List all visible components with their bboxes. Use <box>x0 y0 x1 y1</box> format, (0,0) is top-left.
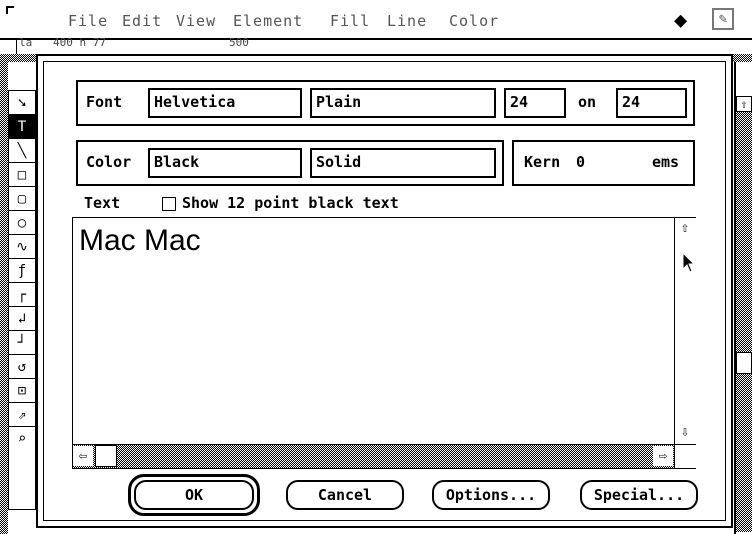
color-label: Color <box>86 153 132 171</box>
scroll-right-arrow-icon[interactable]: ⇨ <box>653 446 673 466</box>
arc-tool-icon[interactable]: ↺ <box>9 355 35 379</box>
kern-unit: ems <box>652 153 680 171</box>
show-12pt-checkbox[interactable] <box>162 197 176 211</box>
freehand-tool-icon[interactable]: ∿ <box>9 235 35 259</box>
menu-edit[interactable]: Edit <box>122 12 162 30</box>
text-content[interactable]: Mac Mac <box>79 224 201 258</box>
window-left-edge <box>0 62 8 534</box>
text-dialog: Font Helvetica Plain 24 on 24 Color Blac… <box>36 54 733 528</box>
kern-label: Kern <box>524 153 561 171</box>
show-12pt-label[interactable]: Show 12 point black text <box>182 194 399 212</box>
scroll-thumb[interactable] <box>736 352 752 374</box>
font-size-field[interactable]: 24 <box>504 88 566 118</box>
edit-icon[interactable]: ✎ <box>712 8 734 30</box>
horizontal-scroll-thumb[interactable] <box>95 445 117 467</box>
mouse-pointer-icon <box>682 252 696 273</box>
blend-tool-icon[interactable]: ⇗ <box>9 403 35 427</box>
menu-element[interactable]: Element <box>233 12 303 30</box>
coord-label: la <box>19 36 33 49</box>
scroll-down-arrow-icon[interactable]: ⇩ <box>675 422 695 442</box>
window-corner <box>6 6 14 14</box>
scroll-up-arrow-icon[interactable]: ⇧ <box>675 218 695 238</box>
diamond-icon: ◆ <box>674 8 688 33</box>
menu-view[interactable]: View <box>176 12 216 30</box>
coord-value-2: 500 <box>229 36 249 49</box>
rectangle-tool-icon[interactable]: □ <box>9 163 35 187</box>
color-field[interactable]: Black <box>148 148 302 178</box>
scrollbar-corner <box>674 444 696 468</box>
scroll-track[interactable] <box>736 112 752 532</box>
scroll-up-arrow-icon[interactable]: ⇧ <box>736 96 752 112</box>
pointer-tool-icon[interactable]: ➘ <box>9 91 35 115</box>
pen-tool-icon[interactable]: ƒ <box>9 259 35 283</box>
font-group: Font Helvetica Plain 24 on 24 <box>76 80 695 126</box>
ok-button[interactable]: OK <box>134 480 254 510</box>
tool-palette: ➘ T ╲ □ ▢ ○ ∿ ƒ ┌ ↲ ┘ ↺ ⊡ ⇗ ⌕ <box>8 90 36 510</box>
reshape-tool-icon[interactable]: ⊡ <box>9 379 35 403</box>
menu-fill[interactable]: Fill <box>330 12 370 30</box>
font-style-field[interactable]: Plain <box>310 88 496 118</box>
text-horizontal-scrollbar[interactable]: ⇦ ⇨ <box>73 444 674 468</box>
scroll-left-arrow-icon[interactable]: ⇦ <box>73 446 93 466</box>
kern-value[interactable]: 0 <box>576 153 585 171</box>
coordinate-readout: la 400 h 77 500 <box>16 36 737 54</box>
zoom-tool-icon[interactable]: ⌕ <box>9 427 35 451</box>
options-button[interactable]: Options... <box>432 480 550 510</box>
rounded-rect-tool-icon[interactable]: ▢ <box>9 187 35 211</box>
curve-tool-icon[interactable]: ↲ <box>9 307 35 331</box>
cancel-button[interactable]: Cancel <box>286 480 404 510</box>
kern-group: Kern 0 ems <box>512 140 695 186</box>
on-label: on <box>578 93 597 111</box>
pattern-field[interactable]: Solid <box>310 148 496 178</box>
text-label: Text <box>84 194 121 212</box>
special-button[interactable]: Special... <box>580 480 698 510</box>
color-group: Color Black Solid <box>76 140 504 186</box>
menu-file[interactable]: File <box>68 12 108 30</box>
font-label: Font <box>86 93 123 111</box>
menu-bar: File Edit View Element Fill Line Color ◆… <box>0 0 752 40</box>
bezier-tool-icon[interactable]: ┌ <box>9 283 35 307</box>
corner-tool-icon[interactable]: ┘ <box>9 331 35 355</box>
text-entry-area[interactable]: Mac Mac <box>72 217 696 469</box>
leading-field[interactable]: 24 <box>616 88 687 118</box>
coord-value-1: 400 h 77 <box>53 36 106 49</box>
background-scrollbar[interactable]: ⇧ <box>734 62 752 534</box>
menu-color[interactable]: Color <box>449 12 499 30</box>
menu-line[interactable]: Line <box>387 12 427 30</box>
text-tool-icon[interactable]: T <box>9 115 35 139</box>
font-name-field[interactable]: Helvetica <box>148 88 302 118</box>
line-tool-icon[interactable]: ╲ <box>9 139 35 163</box>
oval-tool-icon[interactable]: ○ <box>9 211 35 235</box>
